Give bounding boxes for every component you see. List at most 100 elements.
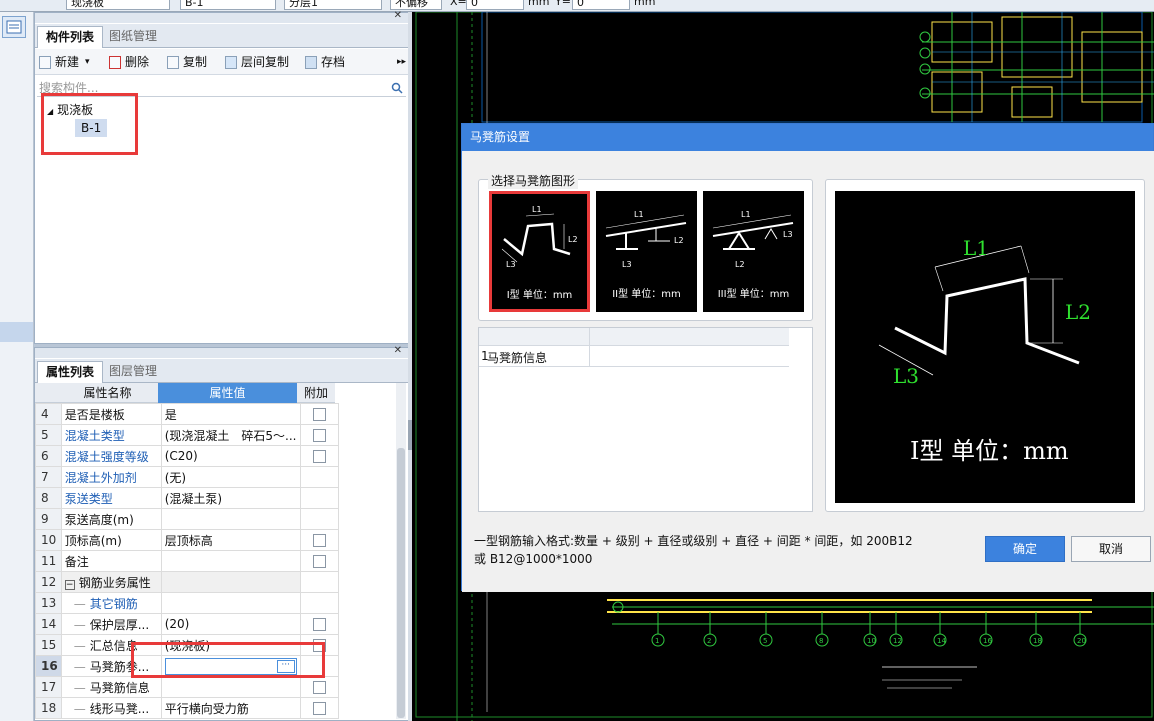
- property-value[interactable]: (无): [160, 466, 301, 488]
- tree-line: —: [73, 638, 86, 653]
- extra-checkbox[interactable]: [312, 429, 326, 442]
- property-value[interactable]: (混凝土泵): [160, 487, 301, 509]
- row-number: 9: [35, 508, 62, 530]
- name-combo[interactable]: B-1: [180, 0, 276, 10]
- y-input[interactable]: 0: [572, 0, 630, 10]
- extra-checkbox[interactable]: [312, 681, 326, 694]
- row-number: 16: [35, 655, 62, 677]
- property-value[interactable]: [160, 592, 301, 614]
- extra-checkbox[interactable]: [312, 408, 326, 421]
- copy-button[interactable]: 复制: [167, 54, 207, 70]
- table-row[interactable]: 14— 保护层厚... (20): [35, 613, 339, 635]
- cancel-button[interactable]: 取消: [1071, 536, 1151, 562]
- property-value[interactable]: (现浇混凝土 碎石5～...: [160, 424, 301, 446]
- tab-drawing-manager[interactable]: 图纸管理: [101, 26, 165, 48]
- property-value[interactable]: 层顶标高: [160, 529, 301, 551]
- x-unit: mm: [528, 0, 550, 8]
- axis-label: 16: [983, 637, 992, 645]
- svg-text:L1: L1: [532, 205, 542, 214]
- table-row[interactable]: 17— 马凳筋信息: [35, 676, 339, 698]
- delete-button[interactable]: 删除: [109, 54, 149, 70]
- extra-cell: [299, 466, 339, 488]
- row-number: 18: [35, 697, 62, 719]
- shape-type-2[interactable]: L1 L2 L3 II型 单位：mm: [596, 191, 697, 312]
- extra-cell: [299, 403, 339, 425]
- table-row[interactable]: 9 泵送高度(m): [35, 508, 339, 530]
- extra-cell: [299, 550, 339, 572]
- table-row[interactable]: 6 混凝土强度等级 (C20): [35, 445, 339, 467]
- extra-cell: [299, 487, 339, 509]
- new-button[interactable]: 新建 ▾: [39, 54, 90, 70]
- property-value[interactable]: 平行横向受力筋: [160, 697, 301, 719]
- extra-checkbox[interactable]: [312, 555, 326, 568]
- property-name: 泵送高度(m): [60, 508, 162, 530]
- table-row[interactable]: 12− 钢筋业务属性: [35, 571, 339, 593]
- extra-cell: [299, 424, 339, 446]
- axis-label: 14: [937, 637, 946, 645]
- extra-checkbox[interactable]: [312, 534, 326, 547]
- property-value[interactable]: [160, 508, 301, 530]
- property-header-row: 属性名称 属性值 附加: [35, 383, 335, 403]
- floor-combo[interactable]: 分层1: [284, 0, 382, 10]
- shape-type-1[interactable]: L1 L2 L3 I型 单位：mm: [489, 191, 590, 312]
- property-name: − 钢筋业务属性: [60, 571, 162, 593]
- property-value[interactable]: [160, 676, 301, 698]
- table-row[interactable]: 8 泵送类型 (混凝土泵): [35, 487, 339, 509]
- property-value[interactable]: (20): [160, 613, 301, 635]
- property-name: — 保护层厚...: [60, 613, 162, 635]
- search-icon[interactable]: [391, 82, 403, 94]
- scrollbar[interactable]: [396, 383, 406, 719]
- nav-selected-item[interactable]: [0, 322, 33, 342]
- table-row[interactable]: 13— 其它钢筋: [35, 592, 339, 614]
- table-header-row: [479, 328, 789, 346]
- extra-cell: [299, 571, 339, 593]
- format-hint: 一型钢筋输入格式:数量 + 级别 + 直径或级别 + 直径 + 间距 * 间距，…: [474, 534, 913, 566]
- property-name: 泵送类型: [60, 487, 162, 509]
- property-value[interactable]: 是: [160, 403, 301, 425]
- property-value[interactable]: (C20): [160, 445, 301, 467]
- property-name: 混凝土强度等级: [60, 445, 162, 467]
- shape-type-3[interactable]: L1 L3 L2 III型 单位：mm: [703, 191, 804, 312]
- type-combo[interactable]: 现浇板: [66, 0, 170, 10]
- axis-label: 12: [893, 637, 902, 645]
- extra-cell: [299, 613, 339, 635]
- scrollbar-thumb[interactable]: [397, 448, 405, 718]
- left-nav-strip: [0, 12, 34, 721]
- row-number: 12: [35, 571, 62, 593]
- archive-icon: [305, 55, 317, 69]
- tab-component-list[interactable]: 构件列表: [37, 26, 104, 48]
- x-input[interactable]: 0: [466, 0, 524, 10]
- svg-text:L1: L1: [634, 210, 644, 219]
- extra-checkbox[interactable]: [312, 450, 326, 463]
- ok-button[interactable]: 确定: [985, 536, 1065, 562]
- axis-marker: 2: [703, 612, 717, 647]
- archive-button[interactable]: 存档: [305, 54, 345, 70]
- table-row[interactable]: 18— 线形马凳... 平行横向受力筋: [35, 697, 339, 719]
- table-row[interactable]: 5 混凝土类型 (现浇混凝土 碎石5～...: [35, 424, 339, 446]
- property-value[interactable]: [160, 571, 301, 593]
- more-icon[interactable]: ▸▸: [397, 54, 406, 70]
- table-row[interactable]: 7 混凝土外加剂 (无): [35, 466, 339, 488]
- tab-layer-manager[interactable]: 图层管理: [101, 361, 165, 383]
- extra-checkbox[interactable]: [312, 702, 326, 715]
- copy-icon: [167, 55, 179, 69]
- extra-checkbox[interactable]: [312, 618, 326, 631]
- preview-caption: I型 单位：mm: [910, 437, 1069, 465]
- tab-property-list[interactable]: 属性列表: [37, 361, 104, 383]
- axis-marker: 14: [933, 612, 947, 647]
- table-row[interactable]: 4 是否是楼板是: [35, 403, 339, 425]
- collapse-icon[interactable]: −: [64, 579, 75, 590]
- table-row[interactable]: 11 备注: [35, 550, 339, 572]
- axis-label: 2: [707, 637, 711, 645]
- module-icon[interactable]: [2, 16, 26, 38]
- offset-combo[interactable]: 不偏移: [390, 0, 442, 10]
- floor-copy-button[interactable]: 层间复制: [225, 54, 289, 70]
- property-value[interactable]: [160, 550, 301, 572]
- table-row[interactable]: 1 马凳筋信息: [479, 346, 789, 367]
- header-value: 属性值: [158, 383, 297, 403]
- svg-text:L2: L2: [568, 235, 578, 244]
- close-icon[interactable]: ✕: [394, 345, 402, 356]
- table-row[interactable]: 10 顶标高(m) 层顶标高: [35, 529, 339, 551]
- close-icon[interactable]: ✕: [394, 10, 402, 21]
- row-number: 7: [35, 466, 62, 488]
